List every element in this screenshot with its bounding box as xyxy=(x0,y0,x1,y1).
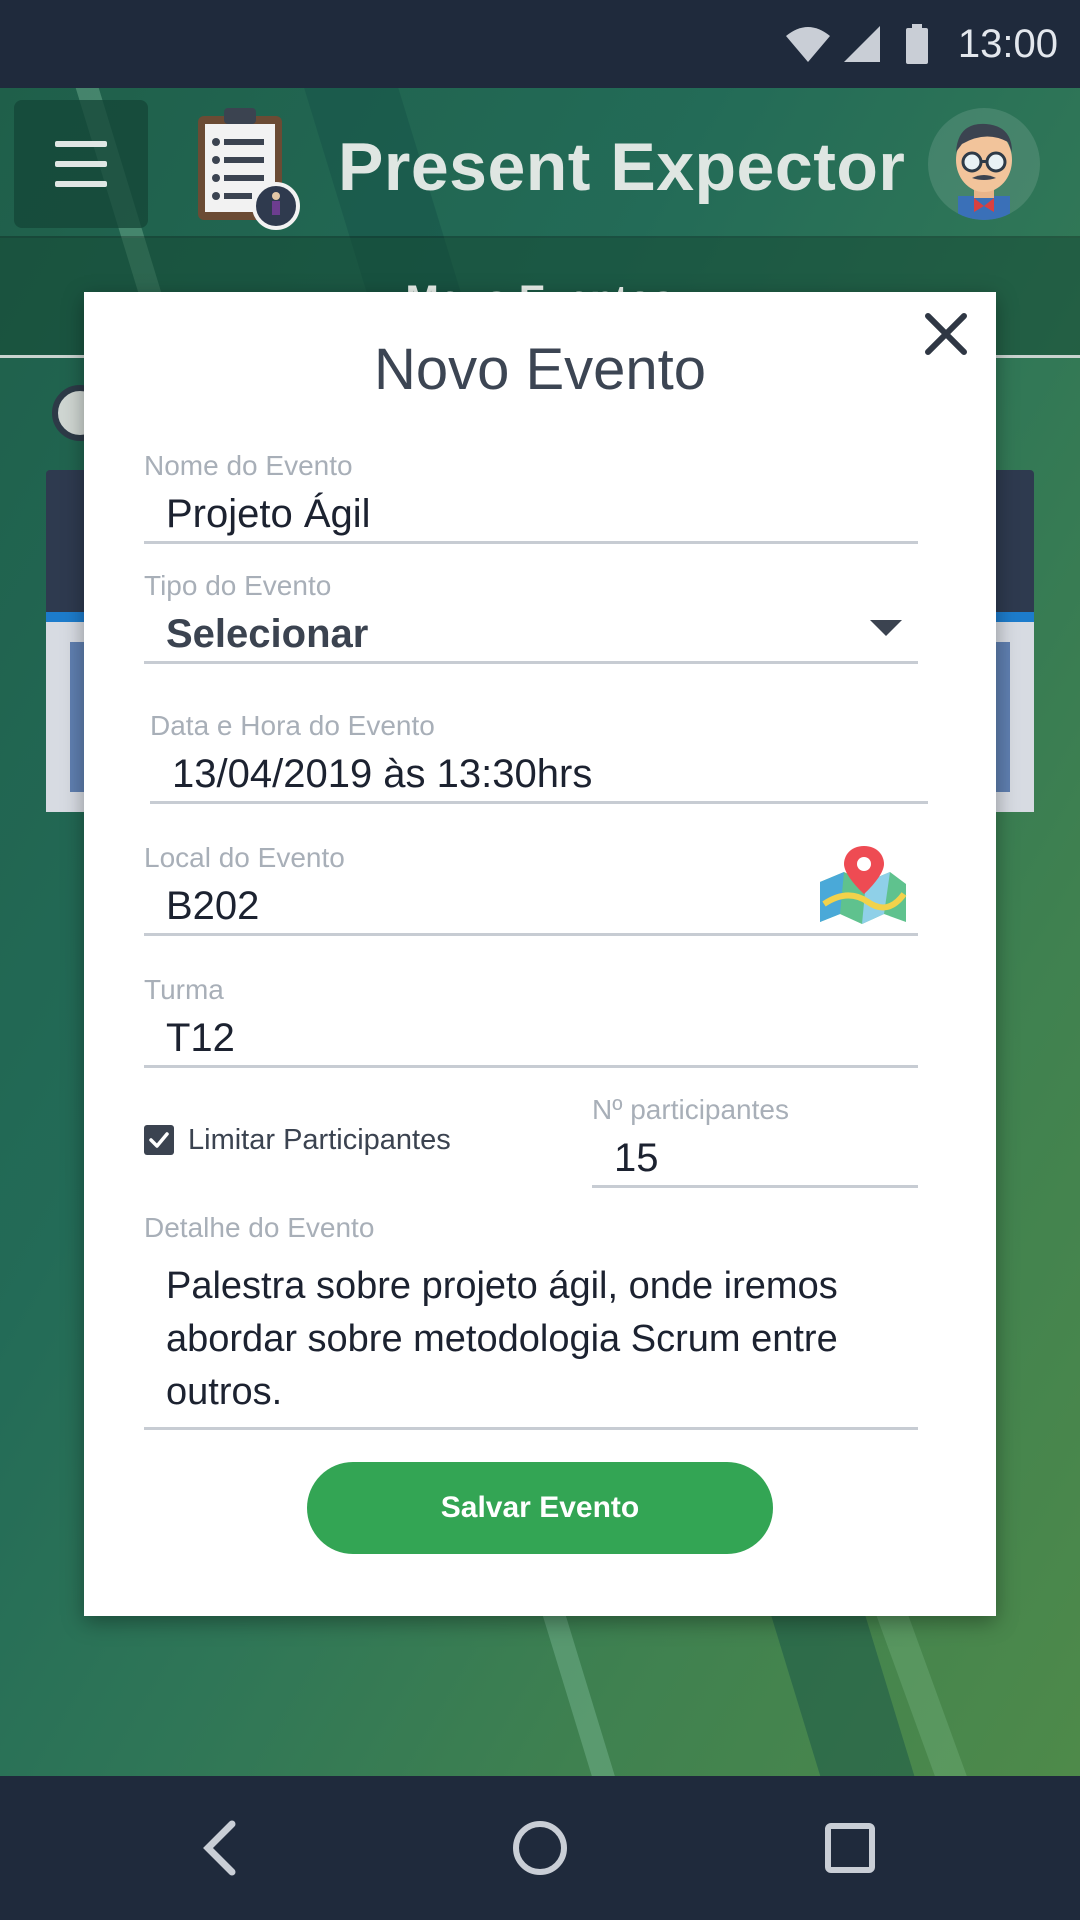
event-location-field[interactable]: Local do Evento B202 xyxy=(144,842,918,936)
status-bar: 13:00 xyxy=(0,0,1080,88)
hamburger-menu-icon xyxy=(55,141,107,187)
menu-button[interactable] xyxy=(14,100,148,228)
participants-count-field[interactable]: Nº participantes 15 xyxy=(592,1094,918,1188)
app-bar: Present Expector xyxy=(0,88,1080,238)
event-datetime-field[interactable]: Data e Hora do Evento 13/04/2019 às 13:3… xyxy=(150,710,928,804)
event-location-input[interactable]: B202 xyxy=(144,876,918,936)
event-detail-label: Detalhe do Evento xyxy=(144,1212,375,1243)
wifi-icon xyxy=(786,27,830,62)
participants-count-input[interactable]: 15 xyxy=(592,1128,918,1188)
save-event-button[interactable]: Salvar Evento xyxy=(307,1462,773,1554)
event-detail-field[interactable]: Detalhe do Evento Palestra sobre projeto… xyxy=(144,1212,918,1430)
check-icon xyxy=(149,1132,169,1148)
system-nav-bar xyxy=(0,1776,1080,1920)
event-name-input[interactable]: Projeto Ágil xyxy=(144,484,918,544)
class-group-label: Turma xyxy=(144,974,224,1005)
limit-participants-label[interactable]: Limitar Participantes xyxy=(188,1124,451,1157)
event-datetime-label: Data e Hora do Evento xyxy=(150,710,435,741)
event-name-label: Nome do Evento xyxy=(144,450,353,481)
battery-icon xyxy=(906,24,928,64)
signal-icon xyxy=(844,26,880,62)
recents-icon[interactable] xyxy=(818,1816,882,1880)
home-icon[interactable] xyxy=(508,1816,572,1880)
event-detail-textarea[interactable]: Palestra sobre projeto ágil, onde iremos… xyxy=(144,1246,918,1430)
event-type-label: Tipo do Evento xyxy=(144,570,332,601)
dialog-title: Novo Evento xyxy=(373,337,707,402)
map-pin-icon[interactable] xyxy=(818,842,908,928)
event-name-field[interactable]: Nome do Evento Projeto Ágil xyxy=(144,450,918,544)
limit-participants-checkbox[interactable] xyxy=(144,1125,174,1155)
clock: 13:00 xyxy=(957,22,1058,66)
back-icon[interactable] xyxy=(190,1816,254,1880)
avatar[interactable] xyxy=(928,108,1040,220)
event-datetime-input[interactable]: 13/04/2019 às 13:30hrs xyxy=(150,744,928,804)
clipboard-checklist-icon xyxy=(198,108,300,230)
event-type-field[interactable]: Tipo do Evento Selecionar xyxy=(144,570,918,664)
avatar-man-glasses-icon xyxy=(956,123,1012,220)
event-type-select[interactable]: Selecionar xyxy=(144,604,918,664)
app-title: Present Expector xyxy=(338,129,906,205)
event-location-label: Local do Evento xyxy=(144,842,345,873)
participants-count-label: Nº participantes xyxy=(592,1094,789,1125)
limit-participants-row[interactable]: Limitar Participantes xyxy=(144,1120,564,1160)
new-event-dialog: Novo Evento Nome do Evento Projeto Ágil … xyxy=(84,292,996,1616)
chevron-down-icon[interactable] xyxy=(870,620,902,636)
class-group-field[interactable]: Turma T12 xyxy=(144,974,918,1068)
class-group-input[interactable]: T12 xyxy=(144,1008,918,1068)
